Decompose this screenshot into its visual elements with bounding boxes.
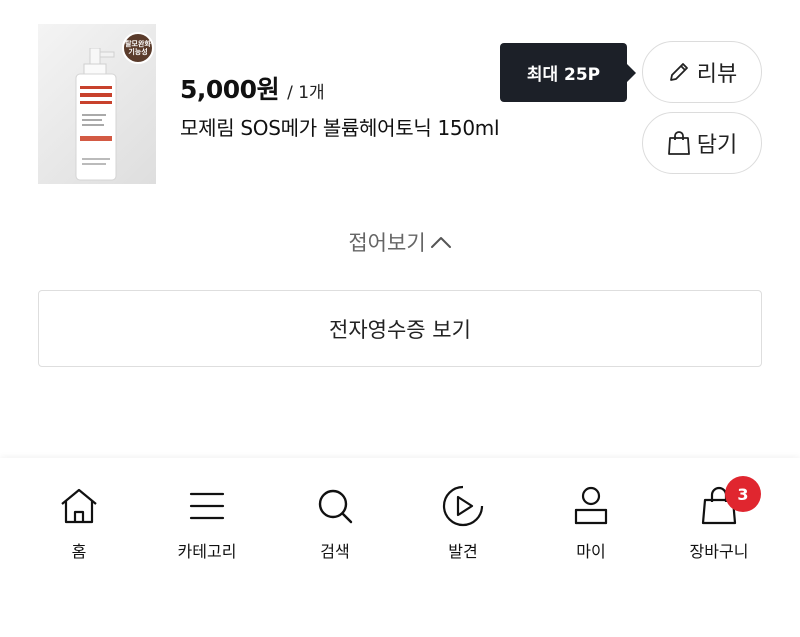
- reward-tooltip-text: 최대 25P: [526, 65, 601, 85]
- nav-item-search[interactable]: 검색: [271, 484, 399, 564]
- nav-item-my[interactable]: 마이: [527, 484, 655, 564]
- home-icon: [57, 484, 101, 528]
- tooltip-arrow: [627, 64, 636, 82]
- review-button[interactable]: 리뷰: [642, 41, 762, 103]
- nav-item-home[interactable]: 홈: [15, 484, 143, 564]
- functional-badge-text: 탈모완화 기능성: [125, 40, 151, 56]
- nav-item-cart[interactable]: 3 장바구니: [655, 476, 783, 564]
- collapse-label: 접어보기: [348, 231, 426, 255]
- shopping-bag-icon: [667, 130, 691, 156]
- nav-label-category: 카테고리: [177, 542, 237, 561]
- nav-item-discover[interactable]: 발견: [399, 484, 527, 564]
- bottle-illustration: [75, 48, 117, 181]
- nav-label-my: 마이: [576, 542, 606, 561]
- cart-count-badge: 3: [725, 476, 761, 512]
- functional-badge: 탈모완화 기능성: [122, 32, 154, 64]
- play-icon: [441, 484, 485, 528]
- nav-label-discover: 발견: [448, 542, 478, 561]
- collapse-toggle[interactable]: 접어보기: [0, 224, 800, 260]
- search-icon: [313, 484, 357, 528]
- pencil-icon: [667, 60, 691, 84]
- product-quantity: / 1개: [287, 83, 325, 103]
- nav-label-home: 홈: [71, 542, 87, 561]
- price-row: 5,000원 / 1개: [180, 70, 325, 106]
- menu-icon: [185, 484, 229, 528]
- add-to-cart-button[interactable]: 담기: [642, 112, 762, 174]
- product-name[interactable]: 모제림 SOS메가 볼륨헤어토닉 150ml: [180, 112, 500, 141]
- add-to-cart-label: 담기: [696, 133, 738, 158]
- reward-tooltip: 최대 25P: [500, 43, 636, 102]
- chevron-up-icon: [430, 230, 452, 254]
- shopping-bag-icon: 3: [697, 476, 761, 528]
- nav-label-cart: 장바구니: [689, 542, 749, 561]
- user-icon: [569, 484, 613, 528]
- bottom-nav: 홈 카테고리 검색 발견 마이 3 장바구니: [0, 458, 800, 637]
- product-image[interactable]: 탈모완화 기능성: [38, 24, 156, 184]
- nav-label-search: 검색: [320, 542, 350, 561]
- product-price: 5,000원: [180, 75, 280, 104]
- e-receipt-button[interactable]: 전자영수증 보기: [38, 290, 762, 367]
- nav-item-category[interactable]: 카테고리: [143, 484, 271, 564]
- e-receipt-label: 전자영수증 보기: [329, 317, 471, 342]
- review-button-label: 리뷰: [696, 62, 738, 87]
